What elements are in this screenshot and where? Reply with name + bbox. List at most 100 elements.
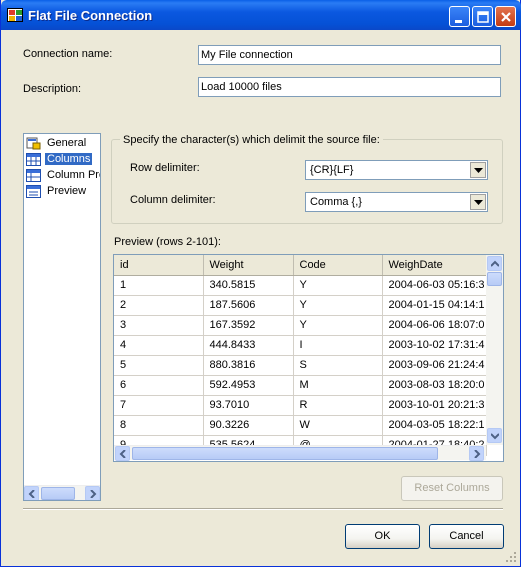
title-bar[interactable]: Flat File Connection <box>1 0 521 30</box>
scroll-right-button[interactable] <box>85 486 100 500</box>
scroll-up-button[interactable] <box>487 256 502 271</box>
table-cell: Y <box>293 295 383 316</box>
delimiter-group-title: Specify the character(s) which delimit t… <box>120 134 383 146</box>
table-cell: 2 <box>114 295 204 316</box>
table-cell: 7 <box>114 395 204 416</box>
grid-vertical-scrollbar[interactable] <box>486 255 503 445</box>
nav-horizontal-scrollbar[interactable] <box>24 485 100 500</box>
column-header[interactable]: id <box>114 255 204 276</box>
table-cell: R <box>293 395 383 416</box>
table-cell: 2004-06-03 05:16:3 <box>382 275 487 296</box>
resize-grip-icon[interactable] <box>505 551 517 563</box>
scroll-left-button[interactable] <box>24 486 39 500</box>
nav-item-label: General <box>47 137 87 149</box>
flat-file-connection-dialog: Flat File Connection Connection name: My… <box>0 0 521 567</box>
app-icon <box>7 8 23 22</box>
scroll-down-button[interactable] <box>487 428 502 443</box>
table-cell: 340.5815 <box>203 275 294 296</box>
row-delimiter-dropdown-button[interactable] <box>470 162 486 178</box>
maximize-button[interactable] <box>472 6 493 27</box>
table-cell: W <box>293 415 383 436</box>
table-cell: M <box>293 375 383 396</box>
table-cell: Y <box>293 275 383 296</box>
window-title: Flat File Connection <box>28 8 153 23</box>
table-cell: S <box>293 355 383 376</box>
arrow-left-icon <box>119 450 126 458</box>
minimize-icon <box>455 20 462 23</box>
scroll-right-button[interactable] <box>469 446 484 461</box>
table-cell: 2004-06-06 18:07:0 <box>382 315 487 336</box>
row-delimiter-value: {CR}{LF} <box>310 164 354 176</box>
grid-horizontal-scrollbar[interactable] <box>114 445 486 461</box>
arrow-right-icon <box>474 450 481 458</box>
arrow-left-icon <box>28 490 35 498</box>
table-cell: 2003-10-02 17:31:4 <box>382 335 487 356</box>
table-row[interactable]: 6 592.4953 M 2003-08-03 18:20:0 <box>114 375 487 396</box>
general-icon <box>26 137 41 150</box>
table-row[interactable]: 2 187.5606 Y 2004-01-15 04:14:1 <box>114 295 487 316</box>
column-delimiter-value: Comma {,} <box>310 196 362 208</box>
table-row[interactable]: 5 880.3816 S 2003-09-06 21:24:4 <box>114 355 487 376</box>
column-header[interactable]: Weight <box>203 255 294 276</box>
table-row[interactable]: 1 340.5815 Y 2004-06-03 05:16:3 <box>114 275 487 296</box>
header-row: id Weight Code WeighDate <box>114 255 487 276</box>
columns-icon <box>26 153 41 166</box>
scroll-thumb[interactable] <box>41 487 75 500</box>
table-cell: 444.8433 <box>203 335 294 356</box>
row-delimiter-label: Row delimiter: <box>130 162 200 174</box>
nav-item-label: Preview <box>47 185 87 197</box>
column-header[interactable]: WeighDate <box>382 255 487 276</box>
table-cell: 2004-01-15 04:14:1 <box>382 295 487 316</box>
table-cell: 2003-10-01 20:21:3 <box>382 395 487 416</box>
arrow-up-icon <box>491 260 499 267</box>
table-cell: 8 <box>114 415 204 436</box>
column-properties-icon <box>26 169 41 182</box>
table-cell: 1 <box>114 275 204 296</box>
table-cell: 90.3226 <box>203 415 294 436</box>
column-delimiter-select[interactable]: Comma {,} <box>305 192 488 212</box>
column-delimiter-label: Column delimiter: <box>130 194 216 206</box>
preview-label: Preview (rows 2-101): <box>114 236 221 248</box>
row-delimiter-select[interactable]: {CR}{LF} <box>305 160 488 180</box>
table-cell: 2003-09-06 21:24:4 <box>382 355 487 376</box>
table-cell: 187.5606 <box>203 295 294 316</box>
connection-name-label: Connection name: <box>23 48 113 60</box>
preview-icon <box>26 185 41 198</box>
preview-table: id Weight Code WeighDate 1 340.5815 Y 2004-… <box>114 255 487 456</box>
cancel-button[interactable]: Cancel <box>429 524 504 549</box>
table-row[interactable]: 3 167.3592 Y 2004-06-06 18:07:0 <box>114 315 487 336</box>
close-button[interactable] <box>495 6 516 27</box>
table-cell: 592.4953 <box>203 375 294 396</box>
navigation-list: General Columns Column Properties <box>23 133 101 501</box>
description-input[interactable]: Load 10000 files <box>198 77 501 97</box>
table-cell: 6 <box>114 375 204 396</box>
table-cell: Y <box>293 315 383 336</box>
description-label: Description: <box>23 83 82 95</box>
column-header[interactable]: Code <box>293 255 383 276</box>
table-cell: 167.3592 <box>203 315 294 336</box>
minimize-button[interactable] <box>449 6 470 27</box>
ok-button[interactable]: OK <box>345 524 420 549</box>
vertical-scroll-thumb[interactable] <box>487 272 502 286</box>
table-row[interactable]: 8 90.3226 W 2004-03-05 18:22:1 <box>114 415 487 436</box>
table-cell: 2004-03-05 18:22:1 <box>382 415 487 436</box>
nav-item-label: Columns <box>45 153 93 165</box>
connection-name-input[interactable]: My File connection <box>198 45 501 65</box>
arrow-down-icon <box>491 433 499 440</box>
chevron-down-icon <box>474 168 483 173</box>
table-cell: 2003-08-03 18:20:0 <box>382 375 487 396</box>
preview-grid[interactable]: id Weight Code WeighDate 1 340.5815 Y 2004-… <box>113 254 504 462</box>
chevron-down-icon <box>474 200 483 205</box>
table-cell: 5 <box>114 355 204 376</box>
scroll-left-button[interactable] <box>115 446 130 461</box>
reset-columns-button[interactable]: Reset Columns <box>401 476 503 501</box>
arrow-right-icon <box>90 490 97 498</box>
table-cell: I <box>293 335 383 356</box>
separator <box>23 508 503 510</box>
horizontal-scroll-thumb[interactable] <box>132 447 438 460</box>
column-delimiter-dropdown-button[interactable] <box>470 194 486 210</box>
table-cell: 4 <box>114 335 204 356</box>
table-row[interactable]: 7 93.7010 R 2003-10-01 20:21:3 <box>114 395 487 416</box>
close-icon <box>501 12 511 22</box>
table-row[interactable]: 4 444.8433 I 2003-10-02 17:31:4 <box>114 335 487 356</box>
